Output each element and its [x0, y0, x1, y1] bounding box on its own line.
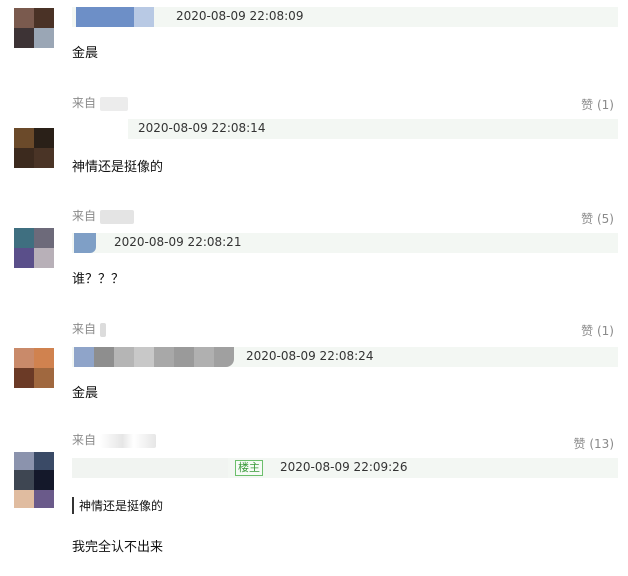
from-label: 来自	[72, 433, 97, 447]
comment-meta-bar: 2020-08-09 22:08:09	[72, 7, 618, 27]
like-button[interactable]: 赞 (13)	[574, 435, 614, 452]
avatar-pixel	[14, 228, 34, 248]
username-blurred[interactable]	[76, 7, 134, 27]
avatar-pixel	[14, 348, 34, 368]
comment-text: 金晨	[72, 46, 99, 61]
comment-meta-bar: 2020-08-09 22:08:21	[72, 233, 618, 253]
avatar-pixel	[34, 368, 54, 388]
username-blurred[interactable]	[94, 347, 114, 367]
avatar-pixel	[34, 8, 54, 28]
avatar-pixel	[14, 368, 34, 388]
avatar-pixel	[34, 128, 54, 148]
username-blurred[interactable]	[74, 233, 96, 253]
avatar-pixel	[14, 128, 34, 148]
avatar-pixel	[34, 470, 54, 490]
comment-timestamp: 2020-08-09 22:09:26	[280, 460, 408, 474]
comment-meta-bar: 2020-08-09 22:08:24	[72, 347, 618, 367]
avatar-pixel	[14, 28, 34, 48]
username-blurred[interactable]	[134, 347, 154, 367]
from-label: 来自	[72, 322, 97, 336]
comment-source: 来自	[72, 431, 156, 448]
comment-timestamp: 2020-08-09 22:08:21	[114, 235, 242, 249]
comment-timestamp: 2020-08-09 22:08:14	[138, 121, 266, 135]
comment-text: 金晨	[72, 386, 99, 401]
username-blurred[interactable]	[154, 347, 174, 367]
comment-meta-bar: 楼主 2020-08-09 22:09:26	[72, 458, 618, 478]
avatar-pixel	[34, 348, 54, 368]
avatar-pixel	[34, 490, 54, 508]
username-blurred[interactable]	[72, 119, 128, 139]
avatar-pixel	[14, 452, 34, 470]
avatar-pixel	[34, 148, 54, 168]
comment-timestamp: 2020-08-09 22:08:24	[246, 349, 374, 363]
avatar-pixel	[14, 248, 34, 268]
comment-source: 来自	[72, 94, 128, 111]
comment-text: 神情还是挺像的	[72, 160, 164, 175]
username-blurred[interactable]	[194, 347, 214, 367]
avatar[interactable]	[14, 8, 54, 48]
comment-timestamp: 2020-08-09 22:08:09	[176, 9, 304, 23]
comment-text: 谁？？？	[72, 272, 125, 287]
comment-source: 来自	[72, 207, 134, 224]
avatar-pixel	[14, 148, 34, 168]
source-blurred[interactable]	[99, 209, 134, 224]
username-blurred[interactable]	[174, 347, 194, 367]
avatar[interactable]	[14, 228, 54, 268]
username-blurred[interactable]	[114, 347, 134, 367]
avatar-pixel	[14, 470, 34, 490]
from-label: 来自	[72, 209, 97, 223]
avatar-pixel	[14, 490, 34, 508]
like-button[interactable]: 赞 (1)	[581, 322, 614, 339]
like-button[interactable]: 赞 (1)	[581, 96, 614, 113]
avatar-pixel	[34, 452, 54, 470]
source-blurred[interactable]	[99, 433, 156, 448]
username-blurred[interactable]	[214, 347, 234, 367]
source-blurred[interactable]	[99, 322, 106, 337]
comment-source: 来自	[72, 320, 106, 337]
quoted-reply: 神情还是挺像的	[72, 497, 163, 514]
comment-meta-bar: 2020-08-09 22:08:14	[72, 119, 618, 139]
avatar-pixel	[34, 248, 54, 268]
avatar[interactable]	[14, 128, 54, 168]
avatar-pixel	[34, 28, 54, 48]
like-button[interactable]: 赞 (5)	[581, 210, 614, 227]
username-blurred[interactable]	[134, 7, 154, 27]
avatar-pixel	[34, 228, 54, 248]
from-label: 来自	[72, 96, 97, 110]
op-badge: 楼主	[235, 460, 263, 476]
avatar[interactable]	[14, 452, 54, 508]
avatar[interactable]	[14, 348, 54, 388]
username-blurred[interactable]	[74, 347, 94, 367]
username-blurred[interactable]	[72, 458, 228, 478]
avatar-pixel	[14, 8, 34, 28]
comment-text: 我完全认不出来	[72, 540, 164, 555]
source-blurred[interactable]	[99, 96, 128, 111]
